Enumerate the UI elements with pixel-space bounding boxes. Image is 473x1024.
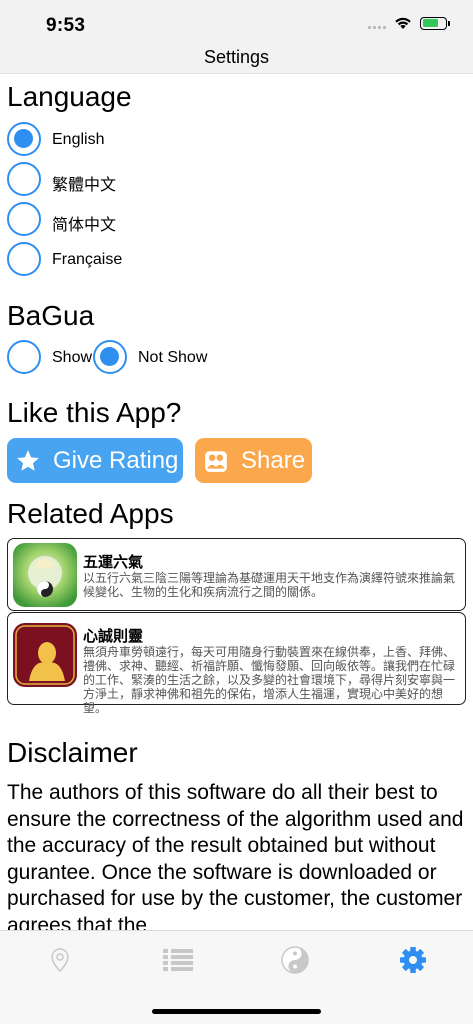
app-icon-wuyun-liuqi	[13, 543, 77, 607]
bagua-option-label[interactable]: Show	[52, 349, 92, 367]
language-option-label[interactable]: 繁體中文	[52, 171, 116, 195]
share-label: Share	[241, 446, 306, 474]
settings-content[interactable]: Language English 繁體中文 简体中文 Française BaG…	[0, 75, 473, 930]
related-apps-section-title: Related Apps	[7, 498, 174, 529]
yin-yang-icon	[281, 946, 309, 974]
share-button[interactable]: Share	[195, 438, 312, 483]
tab-location[interactable]	[40, 945, 80, 975]
cellular-signal-icon	[368, 17, 386, 29]
location-icon	[51, 948, 69, 972]
status-bar: 9:53	[0, 0, 473, 44]
give-rating-button[interactable]: Give Rating	[7, 438, 183, 483]
related-app-description: 以五行六氣三陰三陽等理論為基礎運用天干地支作為演繹符號來推論氣候變化、生物的生化…	[83, 571, 456, 599]
status-icons	[368, 16, 450, 30]
bagua-option-label[interactable]: Not Show	[138, 349, 207, 367]
language-option-label[interactable]: English	[52, 131, 104, 149]
gear-icon	[400, 947, 426, 973]
navigation-bar: Settings	[0, 44, 473, 74]
share-icon	[203, 448, 229, 474]
app-icon-xincheng-zeling	[13, 623, 77, 687]
tab-list[interactable]	[158, 945, 198, 975]
radio-bagua-not-show[interactable]	[93, 340, 127, 374]
related-app-card[interactable]: 五運六氣 以五行六氣三陰三陽等理論為基礎運用天干地支作為演繹符號來推論氣候變化、…	[7, 538, 466, 611]
status-time: 9:53	[46, 15, 86, 36]
page-title: Settings	[203, 47, 270, 67]
radio-french[interactable]	[7, 242, 41, 276]
radio-bagua-show[interactable]	[7, 340, 41, 374]
related-app-name: 心誠則靈	[83, 628, 144, 645]
language-section-title: Language	[7, 81, 132, 112]
star-icon	[15, 448, 41, 474]
home-indicator	[152, 1009, 321, 1014]
tab-yin-yang[interactable]	[275, 945, 315, 975]
battery-icon	[420, 16, 450, 30]
bagua-section-title: BaGua	[7, 300, 95, 331]
radio-simplified-chinese[interactable]	[7, 202, 41, 236]
related-app-card[interactable]: 心誠則靈 無須舟車勞頓遠行，每天可用隨身行動裝置來在線供奉，上香、拜佛、禮佛、求…	[7, 612, 466, 715]
language-option-label[interactable]: 简体中文	[52, 211, 116, 235]
wifi-icon	[395, 17, 411, 29]
language-option-label[interactable]: Française	[52, 251, 122, 269]
list-icon	[163, 949, 193, 971]
like-section-title: Like this App?	[7, 397, 182, 428]
radio-traditional-chinese[interactable]	[7, 162, 41, 196]
disclaimer-text: The authors of this software do all thei…	[7, 781, 464, 930]
related-app-description: 無須舟車勞頓遠行，每天可用隨身行動裝置來在線供奉，上香、拜佛、禮佛、求神、聽經、…	[83, 645, 456, 715]
tab-settings[interactable]	[393, 945, 433, 975]
radio-english[interactable]	[7, 122, 41, 156]
give-rating-label: Give Rating	[53, 446, 179, 474]
related-app-name: 五運六氣	[83, 554, 144, 571]
disclaimer-section-title: Disclaimer	[7, 737, 138, 768]
